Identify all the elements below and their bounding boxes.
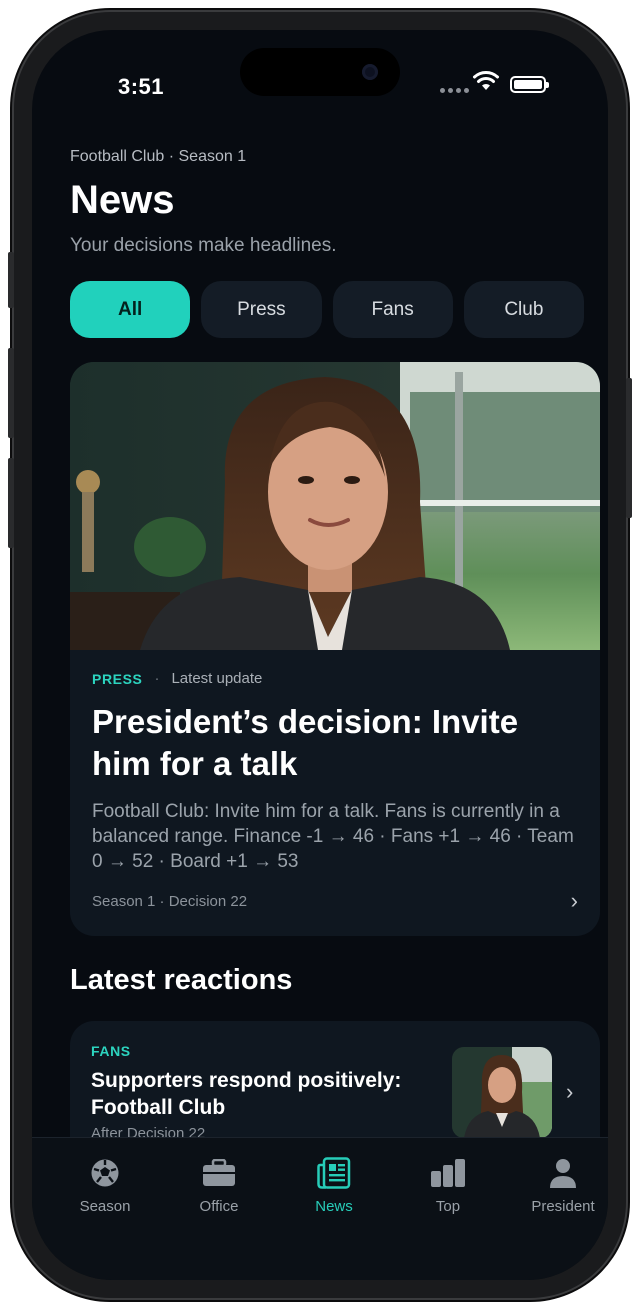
page-title: News — [70, 178, 175, 222]
reaction-tag: FANS — [91, 1043, 131, 1059]
battery-icon — [510, 76, 549, 93]
featured-card-body: PRESS · Latest update President’s decisi… — [70, 650, 600, 936]
volume-up-button — [8, 348, 14, 438]
phone-frame: 3:51 Football Club · Season 1 News Your … — [8, 12, 632, 1298]
featured-headline: President’s decision: Invite him for a t… — [92, 703, 519, 782]
news-content: Football Club · Season 1 News Your decis… — [70, 148, 600, 1221]
wifi-icon — [473, 71, 499, 90]
briefcase-icon — [203, 1159, 235, 1186]
tab-label: Season — [79, 1198, 131, 1215]
thumbnail-portrait — [452, 1047, 552, 1138]
tab-label: Top — [435, 1198, 461, 1215]
power-button — [626, 378, 632, 518]
soccer-ball-icon — [91, 1159, 119, 1187]
chevron-right-icon[interactable]: › — [566, 1079, 573, 1105]
featured-meta: PRESS · Latest update — [92, 670, 578, 687]
featured-news-card[interactable]: PRESS · Latest update President’s decisi… — [70, 362, 600, 936]
screen: 3:51 Football Club · Season 1 News Your … — [32, 30, 608, 1280]
filter-press-chip[interactable]: Press — [201, 281, 322, 338]
portrait-illustration — [70, 362, 600, 650]
status-bar: 3:51 — [32, 30, 608, 120]
tab-news[interactable]: News — [284, 1156, 384, 1215]
person-icon — [550, 1159, 576, 1188]
tab-president[interactable]: President — [513, 1156, 608, 1215]
newspaper-icon — [317, 1157, 351, 1189]
volume-down-button — [8, 458, 14, 548]
tab-season[interactable]: Season — [55, 1156, 155, 1215]
filter-club-chip[interactable]: Club — [463, 281, 584, 338]
breadcrumb: Football Club · Season 1 — [70, 148, 247, 165]
decision-label: Season 1 · Decision 22 — [92, 892, 248, 910]
chevron-right-icon[interactable]: › — [571, 888, 578, 914]
status-time: 3:51 — [118, 74, 165, 99]
filter-chips: All Press Fans Club — [70, 281, 584, 338]
section-title-reactions: Latest reactions — [70, 964, 293, 996]
meta-separator: · — [154, 670, 160, 687]
tab-bar: Season Office News Top President — [32, 1137, 608, 1280]
meta-label: Latest update — [171, 670, 263, 687]
tab-label: Office — [199, 1198, 239, 1215]
filter-all-chip[interactable]: All — [70, 281, 191, 338]
tab-top[interactable]: Top — [398, 1156, 498, 1215]
tab-label: President — [531, 1198, 595, 1215]
category-tag: PRESS — [92, 670, 143, 687]
bar-chart-icon — [431, 1159, 465, 1187]
tab-office[interactable]: Office — [169, 1156, 269, 1215]
reaction-title: Supporters respond positively: Football … — [91, 1069, 402, 1119]
camera-icon — [362, 64, 378, 80]
featured-footer: Season 1 · Decision 22 › — [92, 888, 578, 914]
tab-label: News — [315, 1198, 353, 1215]
page-subtitle: Your decisions make headlines. — [70, 235, 337, 256]
filter-fans-chip[interactable]: Fans — [332, 281, 453, 338]
featured-description: Football Club: Invite him for a talk. Fa… — [92, 801, 574, 872]
president-portrait-image — [70, 362, 600, 650]
signal-icon — [440, 88, 469, 93]
reaction-thumbnail — [452, 1047, 552, 1138]
action-button — [8, 252, 14, 308]
dynamic-island — [240, 48, 400, 96]
